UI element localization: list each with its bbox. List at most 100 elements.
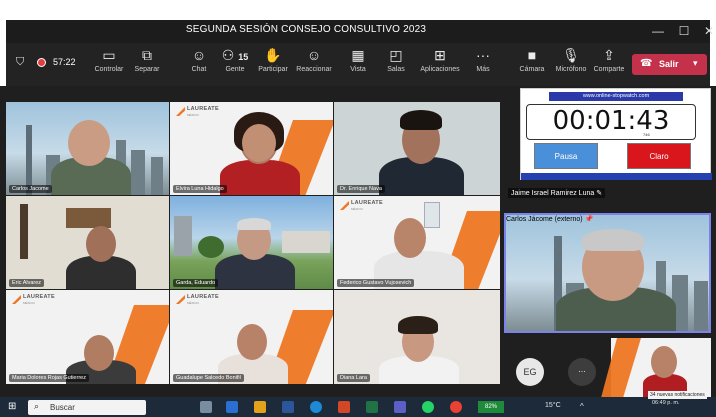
share-button[interactable]: ⇪ Comparte [590, 47, 628, 73]
leave-label: Salir [659, 59, 679, 69]
chevron-up-icon[interactable]: ^ [580, 402, 584, 411]
word-icon[interactable] [282, 401, 294, 413]
control-button[interactable]: ▭ Controlar [90, 47, 128, 73]
maximize-button[interactable]: ☐ [673, 22, 695, 40]
meeting-timer: 57:22 [53, 57, 76, 67]
shield-icon: ⛉ [16, 56, 25, 68]
video-tile[interactable]: Dr. Enrique Nava [334, 102, 500, 195]
title-bar: SEGUNDA SESIÓN CONSEJO CONSULTIVO 2023 —… [6, 20, 714, 43]
task-view-icon[interactable] [200, 401, 212, 413]
camera-button[interactable]: ■ Cámara [513, 47, 551, 73]
pin-icon: ✎ [596, 190, 603, 197]
folder-icon[interactable] [254, 401, 266, 413]
more-label: Más [476, 66, 490, 73]
video-stage: Carlos Jacome LAUREATE MÉXICO Elvira Luna… [0, 86, 716, 398]
participant-name: Elvira Luna Hidalgo [173, 185, 227, 193]
stopwatch-display: 00:01:43 [526, 104, 696, 140]
chat-label: Chat [191, 66, 207, 73]
more-icon: ··· [476, 47, 490, 63]
apps-label: Aplicaciones [420, 66, 460, 73]
video-tile[interactable]: Garda, Eduardo [170, 196, 333, 289]
clock[interactable]: 06:49 p. m. [652, 400, 680, 406]
pin-icon: 📌 [584, 216, 594, 223]
laureate-logo: LAUREATE MÉXICO [176, 294, 219, 306]
chat-icon: ☺ [191, 47, 207, 63]
self-view-tile[interactable] [601, 338, 711, 398]
excel-icon[interactable] [366, 401, 378, 413]
close-button[interactable]: ✕ [698, 22, 716, 40]
edge-icon[interactable] [310, 401, 322, 413]
stopwatch-url: www.online-stopwatch.com [549, 92, 683, 101]
raise-hand-label: Participar [258, 66, 288, 73]
app-icon[interactable] [226, 401, 238, 413]
participant-name: Carlos Jacome [9, 185, 52, 193]
popout-button[interactable]: ⧉ Separar [128, 47, 166, 73]
stopwatch-ms: 746 [643, 132, 650, 137]
participant-name: Maria Dolores Rojas Gutierrez [9, 374, 89, 382]
react-button[interactable]: ☺ Reaccionar [295, 47, 333, 73]
participant-name: Garda, Eduardo [173, 279, 219, 287]
control-label: Controlar [94, 66, 124, 73]
featured-speaker-tile[interactable]: Carlos Jácome (externo) 📌 [504, 213, 711, 333]
chevron-down-icon[interactable]: ▾ [693, 58, 698, 69]
teams-icon[interactable] [394, 401, 406, 413]
people-icon: ⚇ 15 [221, 47, 249, 63]
more-participants-button[interactable]: ... [568, 358, 596, 386]
react-label: Reaccionar [296, 66, 332, 73]
participant-name: Dr. Enrique Nava [337, 185, 385, 193]
battery-indicator[interactable]: 82% [478, 401, 504, 413]
avatar[interactable]: EG [516, 358, 544, 386]
participant-name: Federico Gustavo Vujosevich [337, 279, 415, 287]
window-title: SEGUNDA SESIÓN CONSEJO CONSULTIVO 2023 [185, 24, 427, 35]
clear-button[interactable]: Claro [627, 143, 691, 169]
mic-label: Micrófono [555, 66, 587, 73]
presenter-name: Jaime Israel Ramirez Luna ✎ [508, 188, 606, 198]
participant-name: Guadalupe Salcedo Bonifil [173, 374, 244, 382]
raise-hand-icon: ✋ [264, 47, 282, 63]
search-icon: ⌕ [34, 401, 40, 411]
view-icon: ▦ [351, 47, 365, 63]
view-button[interactable]: ▦ Vista [339, 47, 377, 73]
video-tile[interactable]: Carlos Jacome [6, 102, 169, 195]
chrome-icon[interactable] [450, 401, 462, 413]
weather-temp[interactable]: 15°C [545, 402, 561, 409]
more-button[interactable]: ··· Más [464, 47, 502, 73]
notification-toast[interactable]: 34 nuevas notificaciones [648, 391, 707, 399]
search-placeholder: Buscar [50, 403, 75, 412]
video-tile[interactable]: Diana Lara [334, 290, 500, 384]
minimize-button[interactable]: — [647, 22, 669, 40]
leave-button[interactable]: ☎ Salir ▾ [632, 54, 707, 75]
people-count: 15 [238, 52, 249, 62]
laureate-logo: LAUREATE MÉXICO [12, 294, 55, 306]
chat-button[interactable]: ☺ Chat [180, 47, 218, 73]
people-label: Gente [225, 66, 245, 73]
share-icon: ⇪ [603, 47, 615, 63]
taskbar: ⊞ ⌕ Buscar 82% 15°C ^ 06:49 p. m. [0, 397, 716, 417]
pause-button[interactable]: Pausa [534, 143, 598, 169]
screen-share-stopwatch: www.online-stopwatch.com 00:01:43 746 Pa… [520, 88, 712, 180]
people-button[interactable]: ⚇ 15 Gente [216, 47, 254, 73]
camera-label: Cámara [519, 66, 545, 73]
powerpoint-icon[interactable] [338, 401, 350, 413]
video-tile[interactable]: LAUREATE MÉXICO Elvira Luna Hidalgo [170, 102, 333, 195]
view-label: Vista [350, 66, 366, 73]
mic-button[interactable]: 🎙 Micrófono [550, 47, 592, 73]
camera-icon: ■ [527, 47, 537, 63]
windows-start-icon[interactable]: ⊞ [8, 401, 16, 412]
control-icon: ▭ [102, 47, 116, 63]
popout-label: Separar [134, 66, 160, 73]
whatsapp-icon[interactable] [422, 401, 434, 413]
mic-off-icon: 🎙 [562, 47, 580, 63]
taskbar-search[interactable]: ⌕ Buscar [28, 400, 146, 415]
teams-meeting-window: SEGUNDA SESIÓN CONSEJO CONSULTIVO 2023 —… [0, 0, 716, 417]
apps-icon: ⊞ [434, 47, 446, 63]
rooms-button[interactable]: ◰ Salas [377, 47, 415, 73]
featured-name: Carlos Jácome (externo) 📌 [506, 216, 594, 223]
video-tile[interactable]: LAUREATE MÉXICO Federico Gustavo Vujosevi… [334, 196, 500, 289]
popout-icon: ⧉ [142, 47, 152, 63]
video-tile[interactable]: LAUREATE MÉXICO Guadalupe Salcedo Bonifil [170, 290, 333, 384]
video-tile[interactable]: LAUREATE MÉXICO Maria Dolores Rojas Gutie… [6, 290, 169, 384]
apps-button[interactable]: ⊞ Aplicaciones [417, 47, 463, 73]
raise-hand-button[interactable]: ✋ Participar [254, 47, 292, 73]
video-tile[interactable]: Eric Alvarez [6, 196, 169, 289]
